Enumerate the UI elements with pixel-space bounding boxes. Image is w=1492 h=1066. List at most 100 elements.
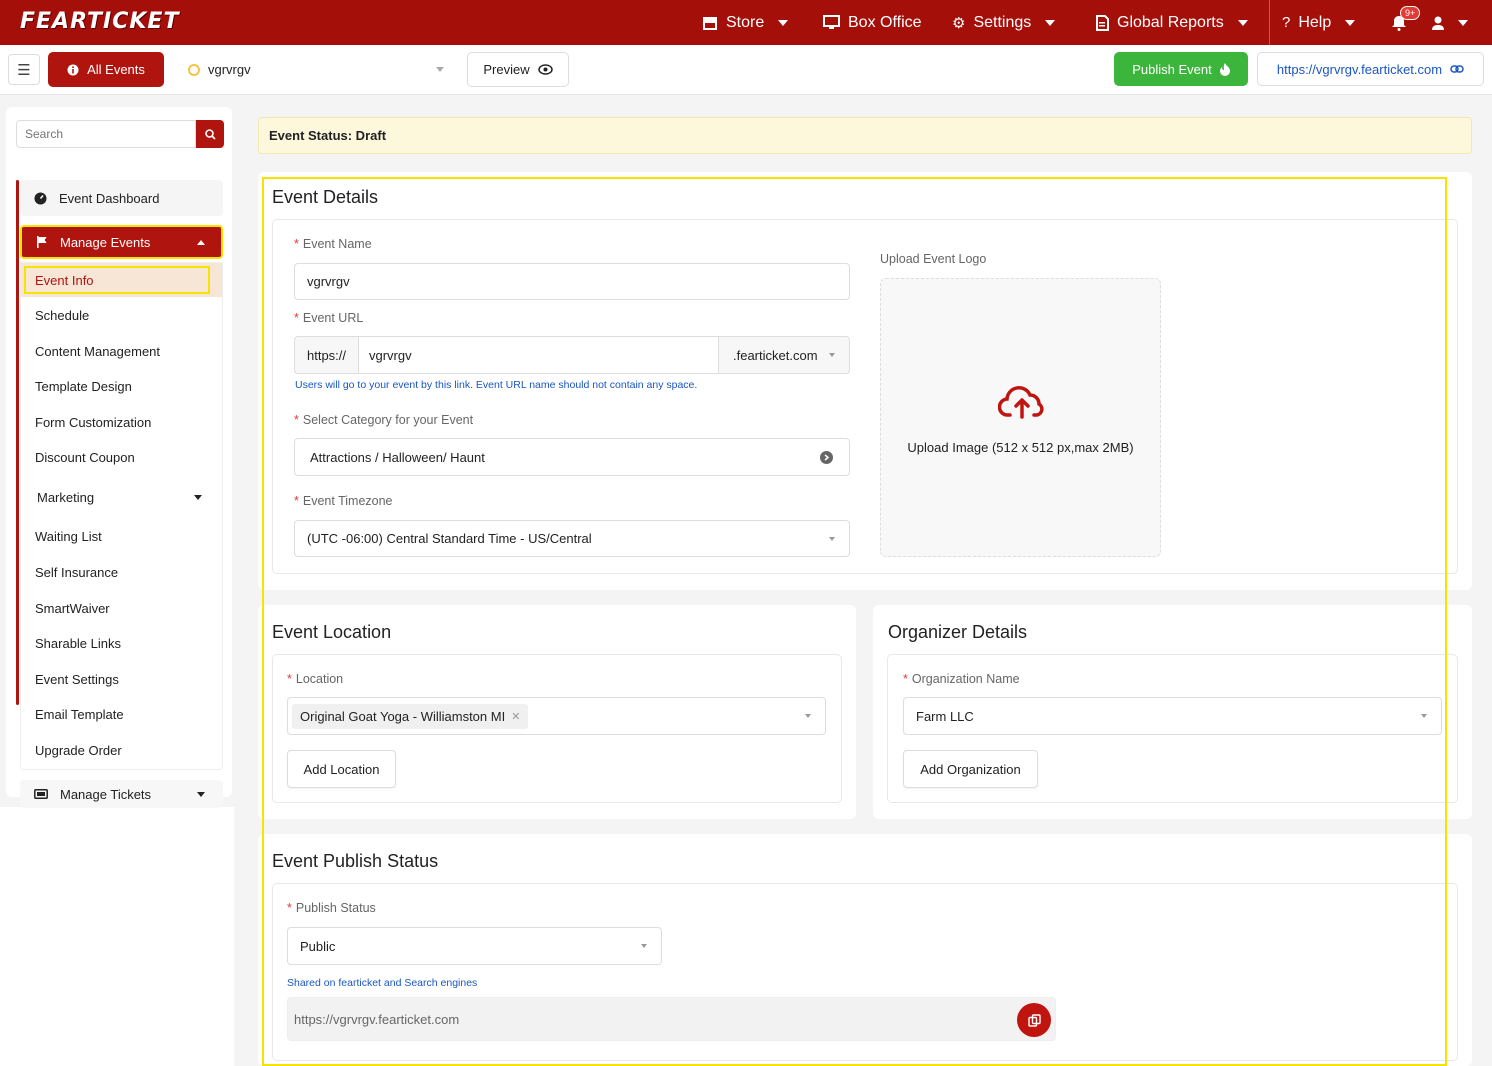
- chevron-down-icon: [1045, 19, 1056, 26]
- share-url-value: https://vgrvrgv.fearticket.com: [294, 1011, 460, 1027]
- sidebar-item-label: Upgrade Order: [35, 742, 122, 758]
- sidebar-item-label: Self Insurance: [35, 564, 119, 580]
- sidebar-footer-area: [0, 807, 234, 1066]
- nav-global-reports-label: Global Reports: [1117, 13, 1224, 31]
- event-selector[interactable]: vgrvrgv: [182, 54, 452, 85]
- publish-status-hint: Shared on fearticket and Search engines: [287, 977, 478, 989]
- sidebar-item-schedule[interactable]: Schedule: [21, 298, 222, 332]
- sidebar-item-smartwaiver[interactable]: SmartWaiver: [21, 591, 222, 625]
- nav-help-label: Help: [1298, 13, 1332, 31]
- sidebar-item-event-info[interactable]: Event Info: [21, 263, 222, 297]
- sidebar-item-label: Content Management: [35, 343, 161, 359]
- event-toolbar: ☰ All Events vgrvrgv Preview Publish Eve…: [0, 45, 1492, 95]
- publish-event-label: Publish Event: [1132, 61, 1212, 77]
- label-text: Select Category for your Event: [302, 413, 474, 427]
- organization-select[interactable]: Farm LLC: [903, 697, 1442, 735]
- clear-icon[interactable]: [820, 451, 833, 464]
- event-url-label: * Event URL: [294, 311, 364, 325]
- copy-icon: [1027, 1013, 1041, 1027]
- event-url-input[interactable]: vgrvrgv: [358, 336, 719, 374]
- chevron-up-icon: [197, 240, 205, 245]
- category-select[interactable]: Attractions / Halloween/ Haunt: [294, 438, 850, 476]
- publish-status-label: * Publish Status: [287, 901, 376, 915]
- upload-logo-dropzone[interactable]: Upload Image (512 x 512 px,max 2MB): [880, 278, 1161, 557]
- nav-global-reports[interactable]: Global Reports: [1096, 0, 1248, 45]
- all-events-button[interactable]: All Events: [48, 52, 164, 87]
- sidebar-item-email-template[interactable]: Email Template: [21, 697, 222, 731]
- copy-url-button[interactable]: [1017, 1003, 1051, 1037]
- question-icon: ?: [1282, 14, 1291, 31]
- organization-name-label: * Organization Name: [903, 672, 1020, 686]
- sidebar-item-event-settings[interactable]: Event Settings: [21, 662, 222, 696]
- label-text: Event Name: [302, 237, 372, 251]
- eye-icon: [537, 64, 553, 75]
- url-domain-select[interactable]: .fearticket.com: [718, 336, 850, 374]
- add-location-button[interactable]: Add Location: [287, 750, 396, 788]
- sidebar-item-label: Form Customization: [35, 414, 152, 430]
- search-input[interactable]: [16, 120, 196, 148]
- location-select[interactable]: Original Goat Yoga - Williamston MI ✕: [287, 697, 826, 735]
- sidebar-item-upgrade-order[interactable]: Upgrade Order: [21, 733, 222, 767]
- sidebar-search: [16, 120, 224, 148]
- sidebar-item-label: Manage Tickets: [60, 786, 152, 802]
- sidebar-item-manage-events[interactable]: Manage Events: [20, 225, 223, 259]
- add-organization-button[interactable]: Add Organization: [903, 750, 1038, 788]
- sidebar-item-template-design[interactable]: Template Design: [21, 369, 222, 403]
- sidebar-item-marketing[interactable]: Marketing: [21, 480, 222, 514]
- nav-settings[interactable]: ⚙ Settings: [952, 0, 1056, 45]
- sidebar-item-content-management[interactable]: Content Management: [21, 334, 222, 368]
- search-icon: [204, 128, 216, 140]
- chevron-down-icon: [778, 19, 789, 26]
- all-events-label: All Events: [87, 62, 145, 77]
- chevron-down-icon: [641, 944, 647, 948]
- cloud-upload-icon: [998, 386, 1044, 419]
- sidebar-item-label: Schedule: [35, 307, 90, 323]
- location-label: * Location: [287, 672, 344, 686]
- sidebar-item-manage-tickets[interactable]: Manage Tickets: [20, 780, 223, 808]
- timezone-select[interactable]: (UTC -06:00) Central Standard Time - US/…: [294, 520, 850, 557]
- sidebar-toggle-button[interactable]: ☰: [8, 54, 40, 85]
- sidebar-item-label: Marketing: [37, 489, 95, 505]
- share-url-field[interactable]: https://vgrvrgv.fearticket.com: [287, 997, 1056, 1041]
- sidebar-item-label: Template Design: [35, 378, 132, 394]
- sidebar-item-self-insurance[interactable]: Self Insurance: [21, 555, 222, 589]
- timezone-value: (UTC -06:00) Central Standard Time - US/…: [307, 531, 592, 546]
- sidebar-item-event-dashboard[interactable]: Event Dashboard: [20, 180, 223, 216]
- nav-box-office[interactable]: Box Office: [823, 0, 922, 45]
- event-status-dot-icon: [188, 63, 200, 76]
- flame-icon: [1219, 62, 1230, 76]
- preview-button[interactable]: Preview: [467, 52, 569, 87]
- chevron-down-icon: [197, 792, 205, 797]
- publish-status-select[interactable]: Public: [287, 927, 662, 965]
- sidebar-item-sharable-links[interactable]: Sharable Links: [21, 626, 222, 660]
- user-menu[interactable]: [1432, 0, 1468, 45]
- location-tag: Original Goat Yoga - Williamston MI ✕: [292, 703, 529, 729]
- event-url-link[interactable]: https://vgrvrgv.fearticket.com: [1257, 52, 1484, 86]
- preview-label: Preview: [483, 62, 530, 77]
- nav-store[interactable]: Store: [702, 0, 789, 45]
- fearticket-logo[interactable]: FEARTICKET: [20, 9, 179, 34]
- category-value: Attractions / Halloween/ Haunt: [310, 449, 485, 465]
- chevron-down-icon: [1458, 19, 1468, 26]
- sidebar-item-discount-coupon[interactable]: Discount Coupon: [21, 440, 222, 474]
- event-name-input[interactable]: vgrvrgv: [294, 263, 850, 300]
- nav-box-office-label: Box Office: [848, 13, 922, 31]
- search-button[interactable]: [196, 120, 224, 148]
- ticket-icon: [34, 789, 48, 799]
- sidebar-item-form-customization[interactable]: Form Customization: [21, 405, 222, 439]
- sidebar-item-waiting-list[interactable]: Waiting List: [21, 519, 222, 553]
- sidebar-item-label: Manage Events: [60, 234, 151, 250]
- notification-badge: 9+: [1400, 6, 1421, 20]
- event-url-text: https://vgrvrgv.fearticket.com: [1276, 61, 1443, 77]
- upload-instructions: Upload Image (512 x 512 px,max 2MB): [907, 440, 1134, 455]
- nav-help[interactable]: ? Help: [1282, 0, 1356, 45]
- timezone-label: * Event Timezone: [294, 494, 393, 508]
- nav-divider: [1269, 0, 1270, 45]
- event-details-title: Event Details: [272, 187, 379, 207]
- chevron-down-icon: [805, 714, 811, 718]
- close-icon[interactable]: ✕: [511, 710, 520, 723]
- sidebar-item-label: Email Template: [35, 706, 124, 722]
- publish-event-button[interactable]: Publish Event: [1114, 52, 1248, 86]
- event-location-title: Event Location: [272, 622, 392, 642]
- report-icon: [1096, 14, 1109, 31]
